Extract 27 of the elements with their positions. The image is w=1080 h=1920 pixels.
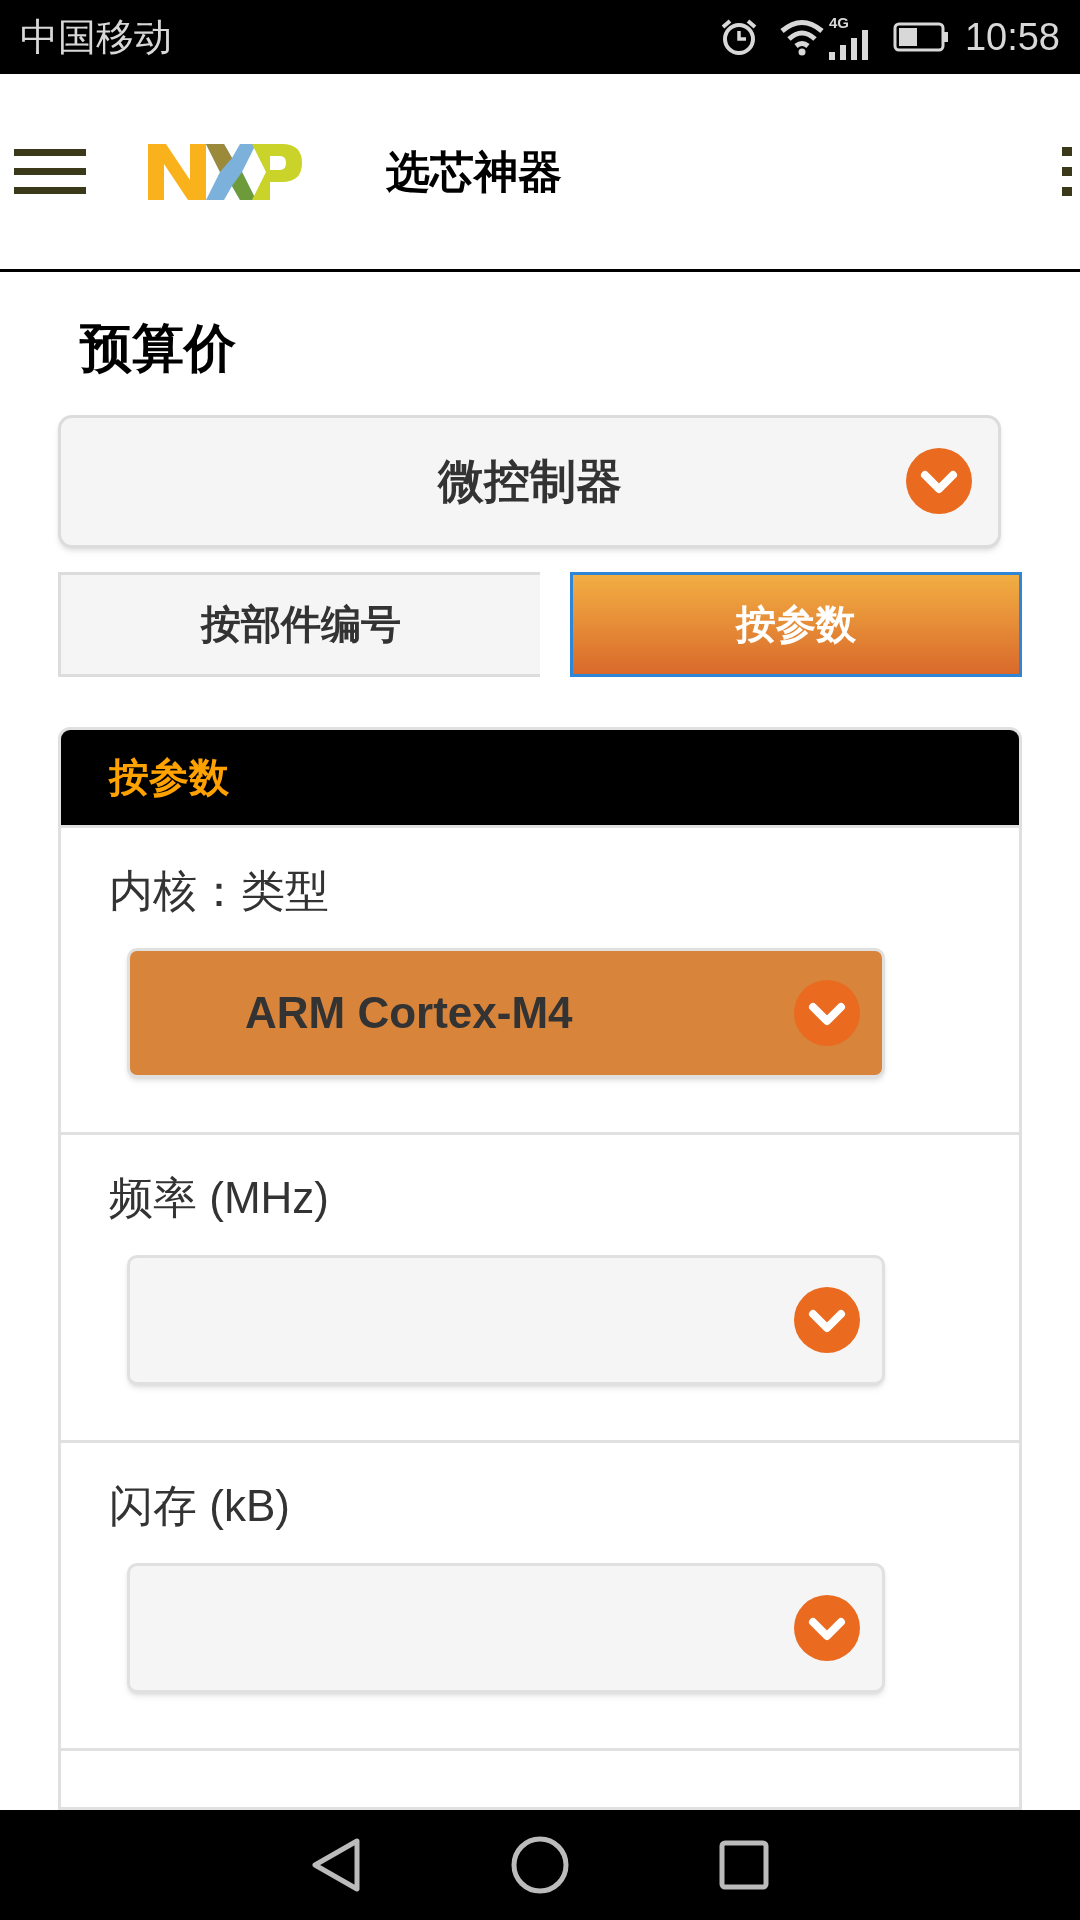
carrier-name: 中国移动 xyxy=(20,14,172,60)
chevron-down-icon xyxy=(794,1594,860,1661)
wifi-icon xyxy=(778,18,825,56)
filter-label: 闪存 (kB) xyxy=(109,1479,291,1532)
network-type: 4G xyxy=(828,14,849,30)
filter-dropdown[interactable] xyxy=(127,1255,885,1386)
home-icon[interactable] xyxy=(511,1836,569,1894)
menu-icon[interactable] xyxy=(14,148,86,195)
tab[interactable]: 按部件编号 xyxy=(58,571,540,677)
back-icon[interactable] xyxy=(311,1837,361,1893)
clock-time: 10:58 xyxy=(964,14,1060,60)
signal-icon xyxy=(828,29,869,60)
logo-icon xyxy=(148,143,302,200)
filter-dropdown[interactable]: ARM Cortex-M4 xyxy=(127,947,885,1078)
filter-label: 内核：类型 xyxy=(109,864,330,917)
category-dropdown[interactable]: 微控制器 xyxy=(58,415,1001,548)
page-heading: 预算价 xyxy=(80,318,237,379)
chevron-down-icon xyxy=(794,1287,860,1354)
app-title: 选芯神器 xyxy=(386,145,562,198)
card-title: 按参数 xyxy=(109,754,229,802)
more-icon[interactable] xyxy=(1062,146,1072,197)
battery-icon xyxy=(892,22,949,52)
recents-icon[interactable] xyxy=(719,1840,769,1890)
filter-dropdown[interactable] xyxy=(127,1562,885,1693)
chevron-down-icon xyxy=(906,448,972,514)
filter-label: 频率 (MHz) xyxy=(109,1172,330,1225)
chevron-down-icon xyxy=(794,979,860,1046)
